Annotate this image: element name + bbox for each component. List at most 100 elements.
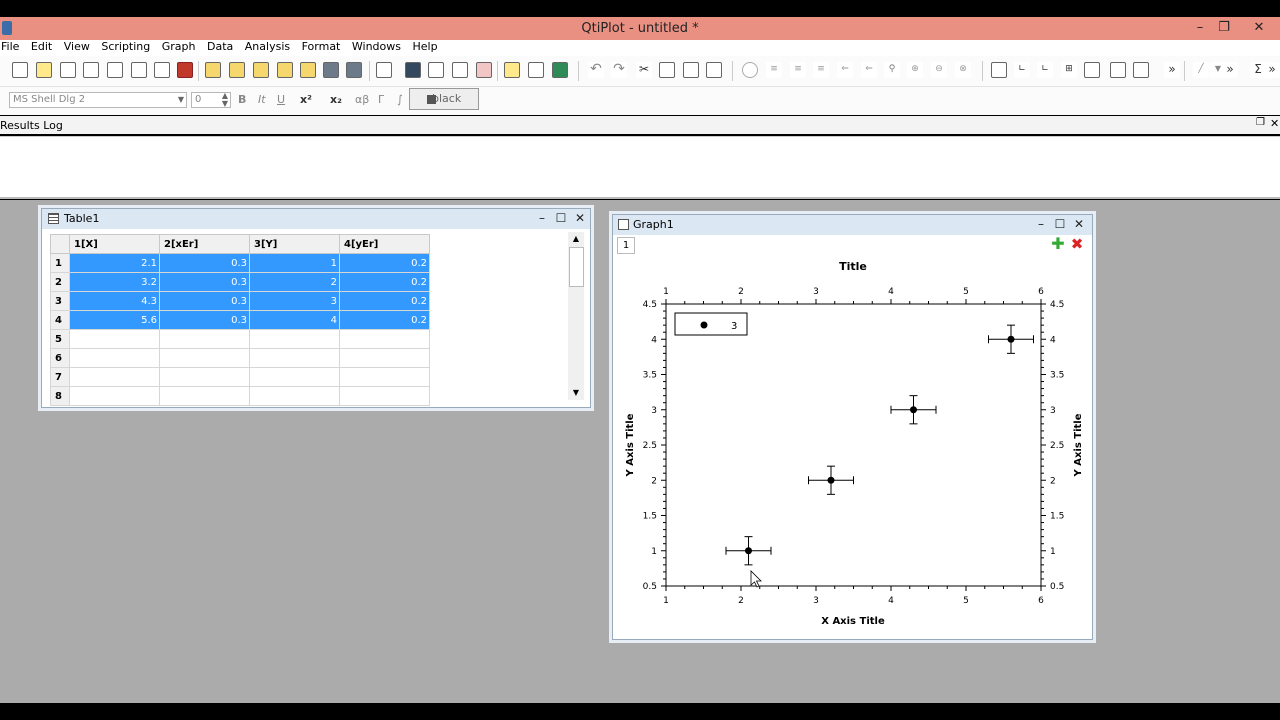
pointer-icon[interactable] <box>742 62 758 78</box>
open-template-icon[interactable] <box>229 62 245 78</box>
table-cell[interactable] <box>249 348 340 368</box>
align-right-icon[interactable]: ≡ <box>813 62 829 78</box>
new-project-icon[interactable] <box>12 62 28 78</box>
maximize-icon[interactable]: ☐ <box>553 211 569 227</box>
float-icon[interactable]: ❐ <box>1256 117 1265 128</box>
table-cell[interactable] <box>69 386 160 406</box>
table-cell[interactable]: 0.3 <box>159 291 250 311</box>
corner-cell[interactable] <box>50 234 70 254</box>
save-as-icon[interactable] <box>346 62 362 78</box>
table-cell[interactable]: 4.3 <box>69 291 160 311</box>
indent-icon[interactable]: ⇐ <box>837 62 853 78</box>
new-3d-plot-icon[interactable] <box>177 62 193 78</box>
column-header[interactable]: 3[Y] <box>249 234 340 254</box>
new-folder-icon[interactable] <box>36 62 52 78</box>
zoom-in-icon[interactable]: ⊕ <box>907 62 923 78</box>
save-icon[interactable] <box>323 62 339 78</box>
table-cell[interactable]: 0.3 <box>159 272 250 292</box>
open-image-icon[interactable] <box>300 62 316 78</box>
new-table-icon[interactable] <box>60 62 76 78</box>
axes-icon[interactable]: ∟ <box>1014 62 1030 78</box>
cut-icon[interactable]: ✂ <box>636 62 652 78</box>
table-cell[interactable] <box>159 329 250 349</box>
font-size-field[interactable]: 0 ▲ ▼ <box>191 92 231 108</box>
add-layer-icon[interactable]: ✚ <box>1050 236 1066 252</box>
close-icon[interactable]: ✕ <box>572 211 588 227</box>
font-select[interactable]: MS Shell Dlg 2 ▼ <box>9 92 187 108</box>
close-icon[interactable]: ✕ <box>1246 19 1272 37</box>
paste-icon[interactable] <box>683 62 699 78</box>
table-cell[interactable]: 0.2 <box>339 310 430 330</box>
table-cell[interactable] <box>159 348 250 368</box>
project-explorer-icon[interactable] <box>504 62 520 78</box>
table-cell[interactable]: 2.1 <box>69 253 160 273</box>
layers-icon[interactable] <box>405 62 421 78</box>
align-center-icon[interactable]: ≡ <box>790 62 806 78</box>
axes-right-icon[interactable]: ∟ <box>1037 62 1053 78</box>
data-point[interactable] <box>910 406 917 414</box>
table-cell[interactable] <box>69 329 160 349</box>
data-tools-icon[interactable] <box>376 62 392 78</box>
x-axis-title[interactable]: X Axis Title <box>821 616 885 627</box>
more-math-icon[interactable]: » <box>1264 62 1280 78</box>
new-function-icon[interactable] <box>154 62 170 78</box>
vertical-scrollbar[interactable]: ▲ ▼ <box>568 232 584 400</box>
open-project-icon[interactable] <box>205 62 221 78</box>
table-cell[interactable] <box>69 348 160 368</box>
redo-icon[interactable]: ↷ <box>611 62 627 78</box>
row-header[interactable]: 7 <box>50 367 70 387</box>
table-cell[interactable]: 3 <box>249 291 340 311</box>
y-axis-title-left[interactable]: Y Axis Title <box>625 413 636 477</box>
table-cell[interactable]: 0.2 <box>339 253 430 273</box>
data-point[interactable] <box>745 547 752 555</box>
data-point[interactable] <box>827 476 835 484</box>
row-header[interactable]: 5 <box>50 329 70 349</box>
graph-window-titlebar[interactable]: Graph1 – ☐ ✕ <box>613 215 1092 235</box>
scroll-thumb[interactable] <box>569 247 584 287</box>
menu-help[interactable]: Help <box>408 40 441 54</box>
table-cell[interactable]: 5.6 <box>69 310 160 330</box>
menu-analysis[interactable]: Analysis <box>241 40 294 54</box>
print-icon[interactable] <box>428 62 444 78</box>
copy-icon[interactable] <box>659 62 675 78</box>
close-icon[interactable]: ✕ <box>1270 117 1279 130</box>
row-header[interactable]: 2 <box>50 272 70 292</box>
underline-button[interactable]: U <box>277 92 285 108</box>
y-axis-title-right[interactable]: Y Axis Title <box>1073 413 1084 477</box>
row-header[interactable]: 4 <box>50 310 70 330</box>
scroll-up-icon[interactable]: ▲ <box>568 232 584 246</box>
menu-windows[interactable]: Windows <box>348 40 405 54</box>
scroll-down-icon[interactable]: ▼ <box>568 386 584 400</box>
row-header[interactable]: 6 <box>50 348 70 368</box>
table-view-icon[interactable] <box>528 62 544 78</box>
column-header[interactable]: 4[yEr] <box>339 234 430 254</box>
table-cell[interactable] <box>249 329 340 349</box>
text-color-button[interactable]: black <box>409 88 479 110</box>
superscript-button[interactable]: x² <box>300 92 312 108</box>
undo-icon[interactable]: ↶ <box>588 62 604 78</box>
italic-button[interactable]: It <box>258 92 266 108</box>
align-left-icon[interactable]: ≡ <box>766 62 782 78</box>
minimize-icon[interactable]: – <box>534 211 550 227</box>
fit-icon[interactable] <box>1084 62 1100 78</box>
symbol-button[interactable]: ∫ <box>397 92 403 108</box>
more-tools-icon[interactable]: » <box>1164 62 1180 78</box>
import-ascii-icon[interactable] <box>277 62 293 78</box>
table-cell[interactable] <box>339 348 430 368</box>
table-cell[interactable] <box>69 367 160 387</box>
arrange-layers-icon[interactable] <box>1110 62 1126 78</box>
greek-upper-button[interactable]: Γ <box>378 92 384 108</box>
table-cell[interactable] <box>339 386 430 406</box>
new-graph-icon[interactable] <box>131 62 147 78</box>
menu-view[interactable]: View <box>60 40 94 54</box>
subscript-button[interactable]: x₂ <box>330 92 342 108</box>
plot-title[interactable]: Title <box>839 260 867 273</box>
console-icon[interactable] <box>552 62 568 78</box>
results-log-area[interactable] <box>0 136 1280 199</box>
print-preview-icon[interactable] <box>452 62 468 78</box>
row-header[interactable]: 1 <box>50 253 70 273</box>
row-header[interactable]: 3 <box>50 291 70 311</box>
export-pdf-icon[interactable] <box>476 62 492 78</box>
new-matrix-icon[interactable] <box>83 62 99 78</box>
grid-icon[interactable]: ⊞ <box>1061 62 1077 78</box>
